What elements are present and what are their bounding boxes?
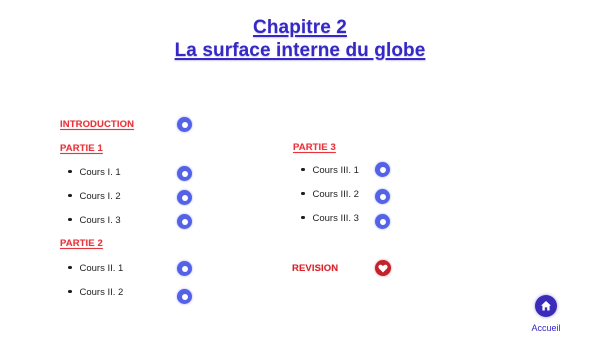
course-label: Cours I. 1 xyxy=(79,167,121,178)
course-label: Cours III. 3 xyxy=(312,213,359,224)
course-item-II-2: Cours II. 2 xyxy=(68,287,123,298)
course-label: Cours I. 3 xyxy=(79,215,121,226)
course-I-1-ring-button-icon[interactable] xyxy=(177,166,192,181)
chapter-subtitle: La surface interne du globe xyxy=(174,40,426,61)
bullet-icon xyxy=(301,167,305,172)
course-label: Cours III. 2 xyxy=(312,189,359,200)
course-I-2-ring-button-icon[interactable] xyxy=(177,190,192,205)
bullet-icon xyxy=(301,191,305,196)
course-item-I-1: Cours I. 1 xyxy=(68,167,121,178)
home-label[interactable]: Accueil xyxy=(526,323,566,333)
bullet-icon xyxy=(68,289,72,294)
chapter-title: Chapitre 2 xyxy=(253,17,347,38)
introduction-ring-button-icon[interactable] xyxy=(177,117,192,132)
bullet-icon xyxy=(68,169,72,174)
course-III-2-ring-button-icon[interactable] xyxy=(375,189,390,204)
bullet-icon xyxy=(68,265,72,270)
revision-heart-icon[interactable] xyxy=(375,260,391,276)
course-item-I-2: Cours I. 2 xyxy=(68,191,121,202)
home-button[interactable] xyxy=(535,295,557,317)
course-I-3-ring-button-icon[interactable] xyxy=(177,214,192,229)
bullet-icon xyxy=(68,217,72,222)
course-II-2-ring-button-icon[interactable] xyxy=(177,289,192,304)
course-label: Cours II. 2 xyxy=(79,287,124,298)
partie-1-heading[interactable]: PARTIE 1 xyxy=(60,143,103,154)
bullet-icon xyxy=(301,215,305,220)
partie-2-heading[interactable]: PARTIE 2 xyxy=(60,238,103,249)
heart-icon xyxy=(378,264,388,272)
course-III-3-ring-button-icon[interactable] xyxy=(375,214,390,229)
bullet-icon xyxy=(68,193,72,198)
slide: Chapitre 2 La surface interne du globe I… xyxy=(0,0,600,338)
course-item-III-3: Cours III. 3 xyxy=(301,213,359,224)
course-item-III-2: Cours III. 2 xyxy=(301,189,359,200)
course-label: Cours II. 1 xyxy=(79,263,124,274)
partie-3-heading[interactable]: PARTIE 3 xyxy=(293,142,336,153)
home-icon xyxy=(541,301,551,311)
course-label: Cours I. 2 xyxy=(79,191,121,202)
course-label: Cours III. 1 xyxy=(312,165,359,176)
course-III-1-ring-button-icon[interactable] xyxy=(375,162,390,177)
introduction-link[interactable]: INTRODUCTION xyxy=(60,119,134,130)
course-item-III-1: Cours III. 1 xyxy=(301,165,359,176)
course-item-I-3: Cours I. 3 xyxy=(68,215,121,226)
course-item-II-1: Cours II. 1 xyxy=(68,263,123,274)
course-II-1-ring-button-icon[interactable] xyxy=(177,261,192,276)
revision-link[interactable]: REVISION xyxy=(292,263,338,274)
